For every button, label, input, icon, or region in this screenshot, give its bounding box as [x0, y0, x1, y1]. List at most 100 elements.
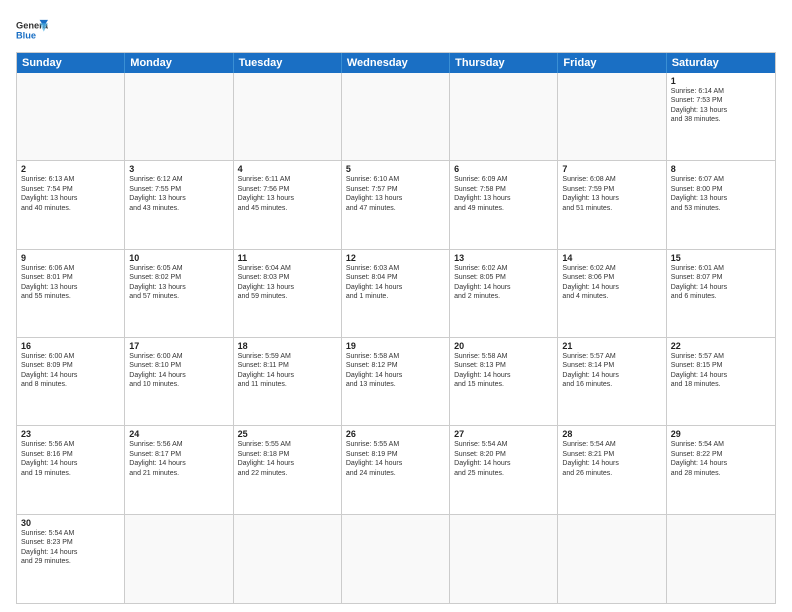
calendar-cell: 16Sunrise: 6:00 AM Sunset: 8:09 PM Dayli…: [17, 338, 125, 425]
day-info: Sunrise: 5:58 AM Sunset: 8:13 PM Dayligh…: [454, 352, 553, 390]
day-number: 5: [346, 164, 445, 174]
calendar-row: 2Sunrise: 6:13 AM Sunset: 7:54 PM Daylig…: [17, 161, 775, 249]
day-info: Sunrise: 6:07 AM Sunset: 8:00 PM Dayligh…: [671, 175, 771, 213]
day-info: Sunrise: 5:58 AM Sunset: 8:12 PM Dayligh…: [346, 352, 445, 390]
calendar-cell: 15Sunrise: 6:01 AM Sunset: 8:07 PM Dayli…: [667, 250, 775, 337]
calendar-header: SundayMondayTuesdayWednesdayThursdayFrid…: [17, 53, 775, 73]
day-number: 16: [21, 341, 120, 351]
day-number: 15: [671, 253, 771, 263]
day-number: 12: [346, 253, 445, 263]
weekday-header: Friday: [558, 53, 666, 73]
page: General Blue SundayMondayTuesdayWednesda…: [0, 0, 792, 612]
calendar-cell: 6Sunrise: 6:09 AM Sunset: 7:58 PM Daylig…: [450, 161, 558, 248]
header: General Blue: [16, 16, 776, 44]
day-number: 18: [238, 341, 337, 351]
day-number: 1: [671, 76, 771, 86]
calendar-row: 9Sunrise: 6:06 AM Sunset: 8:01 PM Daylig…: [17, 250, 775, 338]
calendar-cell: 8Sunrise: 6:07 AM Sunset: 8:00 PM Daylig…: [667, 161, 775, 248]
day-number: 21: [562, 341, 661, 351]
day-info: Sunrise: 6:05 AM Sunset: 8:02 PM Dayligh…: [129, 264, 228, 302]
day-info: Sunrise: 6:10 AM Sunset: 7:57 PM Dayligh…: [346, 175, 445, 213]
calendar-cell: 17Sunrise: 6:00 AM Sunset: 8:10 PM Dayli…: [125, 338, 233, 425]
day-info: Sunrise: 6:02 AM Sunset: 8:05 PM Dayligh…: [454, 264, 553, 302]
calendar-cell: 30Sunrise: 5:54 AM Sunset: 8:23 PM Dayli…: [17, 515, 125, 603]
day-number: 3: [129, 164, 228, 174]
weekday-header: Tuesday: [234, 53, 342, 73]
day-number: 4: [238, 164, 337, 174]
day-number: 11: [238, 253, 337, 263]
calendar-cell: 12Sunrise: 6:03 AM Sunset: 8:04 PM Dayli…: [342, 250, 450, 337]
day-info: Sunrise: 6:09 AM Sunset: 7:58 PM Dayligh…: [454, 175, 553, 213]
day-number: 22: [671, 341, 771, 351]
weekday-header: Monday: [125, 53, 233, 73]
day-info: Sunrise: 6:03 AM Sunset: 8:04 PM Dayligh…: [346, 264, 445, 302]
day-number: 9: [21, 253, 120, 263]
calendar-cell: [667, 515, 775, 603]
day-info: Sunrise: 5:54 AM Sunset: 8:23 PM Dayligh…: [21, 529, 120, 567]
calendar-row: 1Sunrise: 6:14 AM Sunset: 7:53 PM Daylig…: [17, 73, 775, 161]
day-number: 29: [671, 429, 771, 439]
day-info: Sunrise: 6:04 AM Sunset: 8:03 PM Dayligh…: [238, 264, 337, 302]
day-number: 17: [129, 341, 228, 351]
day-info: Sunrise: 6:00 AM Sunset: 8:10 PM Dayligh…: [129, 352, 228, 390]
day-info: Sunrise: 6:13 AM Sunset: 7:54 PM Dayligh…: [21, 175, 120, 213]
day-number: 8: [671, 164, 771, 174]
calendar-cell: 14Sunrise: 6:02 AM Sunset: 8:06 PM Dayli…: [558, 250, 666, 337]
day-number: 19: [346, 341, 445, 351]
logo-icon: General Blue: [16, 16, 48, 44]
calendar-cell: 10Sunrise: 6:05 AM Sunset: 8:02 PM Dayli…: [125, 250, 233, 337]
day-number: 25: [238, 429, 337, 439]
calendar-cell: 9Sunrise: 6:06 AM Sunset: 8:01 PM Daylig…: [17, 250, 125, 337]
calendar-body: 1Sunrise: 6:14 AM Sunset: 7:53 PM Daylig…: [17, 73, 775, 603]
calendar-cell: 26Sunrise: 5:55 AM Sunset: 8:19 PM Dayli…: [342, 426, 450, 513]
day-number: 24: [129, 429, 228, 439]
calendar-cell: [450, 515, 558, 603]
day-info: Sunrise: 6:00 AM Sunset: 8:09 PM Dayligh…: [21, 352, 120, 390]
calendar-cell: 20Sunrise: 5:58 AM Sunset: 8:13 PM Dayli…: [450, 338, 558, 425]
logo: General Blue: [16, 16, 48, 44]
day-info: Sunrise: 6:08 AM Sunset: 7:59 PM Dayligh…: [562, 175, 661, 213]
weekday-header: Thursday: [450, 53, 558, 73]
calendar-cell: 24Sunrise: 5:56 AM Sunset: 8:17 PM Dayli…: [125, 426, 233, 513]
day-info: Sunrise: 6:12 AM Sunset: 7:55 PM Dayligh…: [129, 175, 228, 213]
weekday-header: Sunday: [17, 53, 125, 73]
day-info: Sunrise: 5:56 AM Sunset: 8:16 PM Dayligh…: [21, 440, 120, 478]
calendar-cell: [125, 515, 233, 603]
calendar-cell: 23Sunrise: 5:56 AM Sunset: 8:16 PM Dayli…: [17, 426, 125, 513]
weekday-header: Saturday: [667, 53, 775, 73]
calendar-cell: [125, 73, 233, 160]
calendar-cell: [342, 73, 450, 160]
day-number: 20: [454, 341, 553, 351]
calendar-cell: [342, 515, 450, 603]
day-info: Sunrise: 5:57 AM Sunset: 8:14 PM Dayligh…: [562, 352, 661, 390]
calendar-cell: [558, 515, 666, 603]
calendar-cell: 4Sunrise: 6:11 AM Sunset: 7:56 PM Daylig…: [234, 161, 342, 248]
calendar-cell: 29Sunrise: 5:54 AM Sunset: 8:22 PM Dayli…: [667, 426, 775, 513]
day-number: 13: [454, 253, 553, 263]
day-number: 7: [562, 164, 661, 174]
calendar-cell: [234, 515, 342, 603]
calendar-cell: 28Sunrise: 5:54 AM Sunset: 8:21 PM Dayli…: [558, 426, 666, 513]
calendar-cell: [17, 73, 125, 160]
calendar-row: 16Sunrise: 6:00 AM Sunset: 8:09 PM Dayli…: [17, 338, 775, 426]
calendar-cell: 19Sunrise: 5:58 AM Sunset: 8:12 PM Dayli…: [342, 338, 450, 425]
day-info: Sunrise: 6:11 AM Sunset: 7:56 PM Dayligh…: [238, 175, 337, 213]
calendar-cell: 27Sunrise: 5:54 AM Sunset: 8:20 PM Dayli…: [450, 426, 558, 513]
day-info: Sunrise: 6:06 AM Sunset: 8:01 PM Dayligh…: [21, 264, 120, 302]
calendar-cell: 3Sunrise: 6:12 AM Sunset: 7:55 PM Daylig…: [125, 161, 233, 248]
day-info: Sunrise: 6:01 AM Sunset: 8:07 PM Dayligh…: [671, 264, 771, 302]
calendar-cell: 7Sunrise: 6:08 AM Sunset: 7:59 PM Daylig…: [558, 161, 666, 248]
calendar-cell: 2Sunrise: 6:13 AM Sunset: 7:54 PM Daylig…: [17, 161, 125, 248]
day-info: Sunrise: 5:54 AM Sunset: 8:22 PM Dayligh…: [671, 440, 771, 478]
calendar-cell: 21Sunrise: 5:57 AM Sunset: 8:14 PM Dayli…: [558, 338, 666, 425]
day-number: 27: [454, 429, 553, 439]
calendar-cell: 22Sunrise: 5:57 AM Sunset: 8:15 PM Dayli…: [667, 338, 775, 425]
calendar-cell: 25Sunrise: 5:55 AM Sunset: 8:18 PM Dayli…: [234, 426, 342, 513]
day-number: 23: [21, 429, 120, 439]
day-info: Sunrise: 5:54 AM Sunset: 8:20 PM Dayligh…: [454, 440, 553, 478]
day-info: Sunrise: 5:55 AM Sunset: 8:18 PM Dayligh…: [238, 440, 337, 478]
day-info: Sunrise: 6:14 AM Sunset: 7:53 PM Dayligh…: [671, 87, 771, 125]
calendar-cell: [558, 73, 666, 160]
calendar-row: 30Sunrise: 5:54 AM Sunset: 8:23 PM Dayli…: [17, 515, 775, 603]
calendar-cell: 13Sunrise: 6:02 AM Sunset: 8:05 PM Dayli…: [450, 250, 558, 337]
